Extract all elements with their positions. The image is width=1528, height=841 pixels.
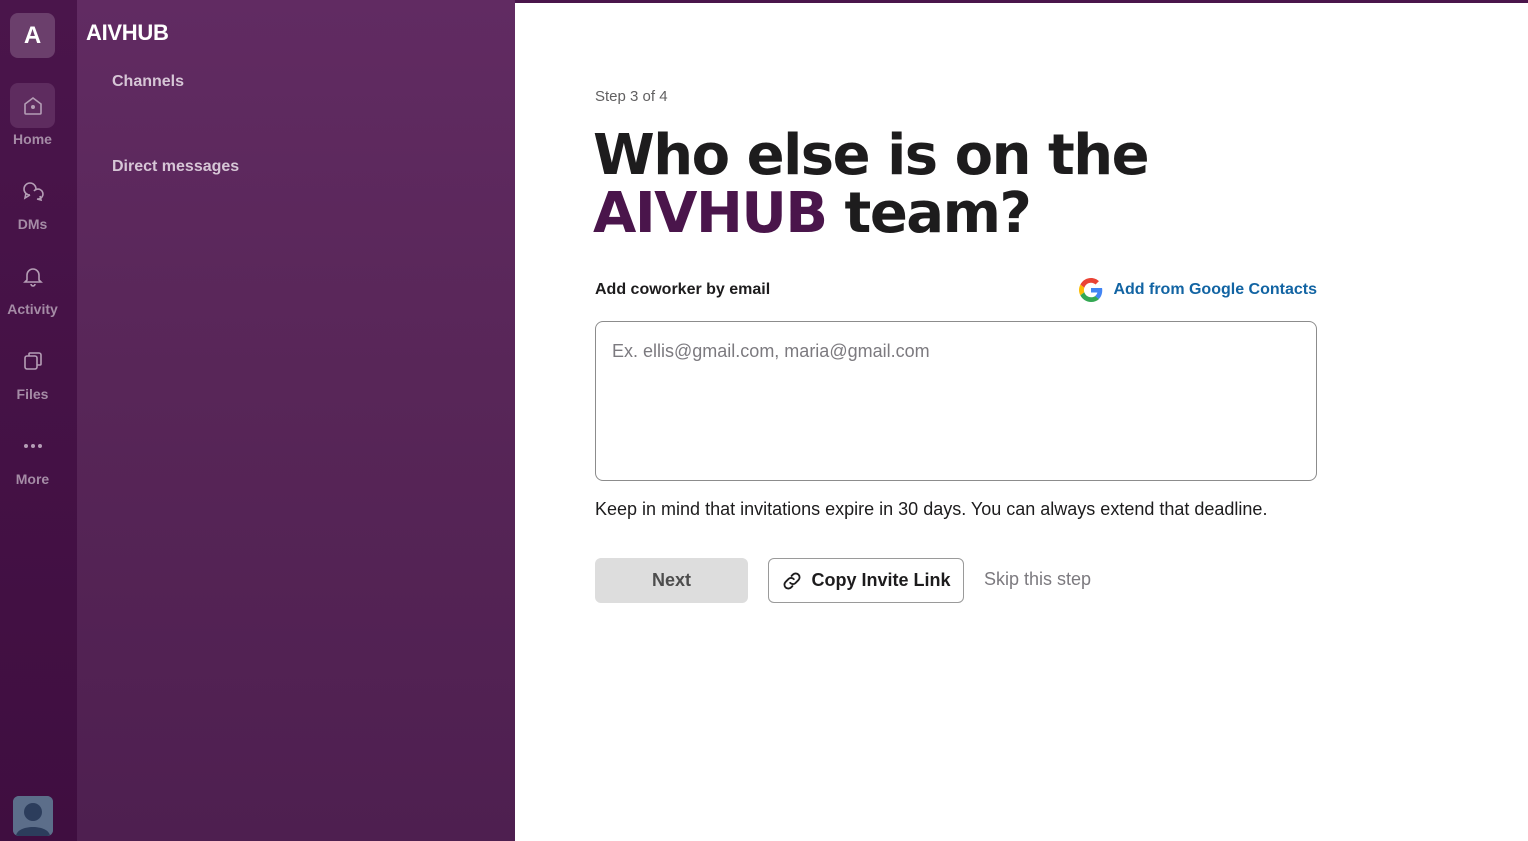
skip-step-link[interactable]: Skip this step: [984, 569, 1091, 590]
link-icon: [784, 572, 801, 589]
channel-sidebar: AIVHUB Channels Direct messages: [77, 0, 515, 841]
bell-icon: [10, 253, 55, 298]
rail-item-more[interactable]: More: [0, 423, 65, 487]
rail-label-more: More: [15, 471, 50, 487]
rail-label-files: Files: [16, 386, 49, 402]
workspace-avatar[interactable]: A: [10, 13, 55, 58]
rail-item-dms[interactable]: DMs: [0, 168, 65, 232]
rail-item-home[interactable]: Home: [0, 83, 65, 147]
invite-panel: Step 3 of 4 Who else is on the AIVHUB te…: [515, 0, 1528, 841]
user-silhouette-icon: [13, 796, 53, 836]
title-line-2: team?: [826, 181, 1032, 246]
google-contacts-link[interactable]: Add from Google Contacts: [1079, 278, 1317, 302]
home-icon: [10, 83, 55, 128]
user-avatar[interactable]: [13, 796, 53, 836]
next-button[interactable]: Next: [595, 558, 748, 603]
app-window: A Home DMs Activity Files More AIVHUB Ch…: [0, 0, 1528, 841]
workspace-name[interactable]: AIVHUB: [86, 20, 169, 46]
google-contacts-label: Add from Google Contacts: [1113, 281, 1317, 298]
expiry-note: Keep in mind that invitations expire in …: [595, 499, 1268, 519]
files-icon: [10, 338, 55, 383]
copy-invite-link-button[interactable]: Copy Invite Link: [768, 558, 964, 603]
title-line-1: Who else is on the: [593, 123, 1150, 188]
rail-item-activity[interactable]: Activity: [0, 253, 65, 317]
dms-icon: [10, 168, 55, 213]
copy-invite-link-label: Copy Invite Link: [811, 570, 951, 590]
google-icon: [1079, 278, 1103, 302]
rail-item-files[interactable]: Files: [0, 338, 65, 402]
step-indicator: Step 3 of 4: [595, 88, 668, 105]
title-brand: AIVHUB: [593, 181, 828, 246]
page-title: Who else is on the AIVHUB team?: [593, 127, 1293, 243]
email-field-label: Add coworker by email: [595, 281, 771, 298]
sidebar-section-direct-messages[interactable]: Direct messages: [112, 158, 239, 176]
rail-label-dms: DMs: [17, 216, 48, 232]
workspace-rail: A Home DMs Activity Files More: [0, 0, 77, 841]
rail-label-home: Home: [13, 131, 52, 147]
more-icon: [10, 423, 55, 468]
rail-label-activity: Activity: [7, 301, 58, 317]
sidebar-section-channels[interactable]: Channels: [112, 73, 184, 91]
email-input[interactable]: [595, 321, 1317, 481]
